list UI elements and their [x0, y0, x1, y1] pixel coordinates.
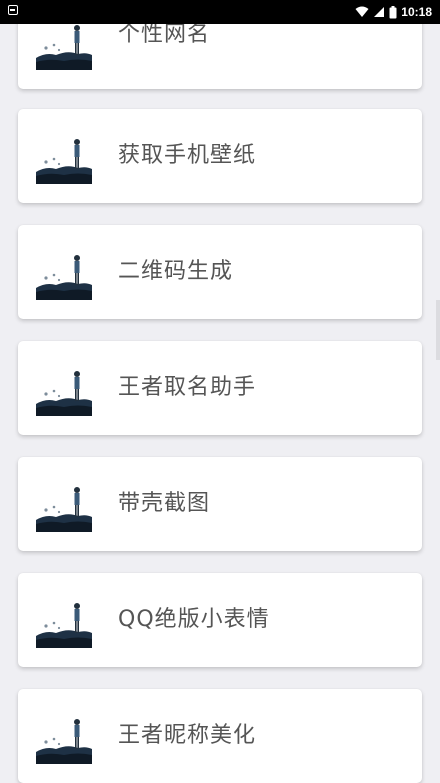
- scrollbar[interactable]: [436, 300, 440, 360]
- wifi-icon: [355, 6, 369, 17]
- menu-item-name-helper[interactable]: 王者取名助手: [18, 341, 422, 435]
- menu-item-label: 王者昵称美化: [118, 723, 257, 748]
- menu-item-label: 王者取名助手: [118, 375, 257, 400]
- status-bar: 10:18: [0, 0, 440, 24]
- menu-item-nickname-beautify[interactable]: 王者昵称美化: [18, 689, 422, 783]
- menu-item-label: QQ绝版小表情: [118, 607, 270, 632]
- notification-icon: [8, 5, 18, 15]
- status-icons: 10:18: [355, 0, 432, 24]
- status-time: 10:18: [401, 5, 432, 19]
- thumbnail-image: [36, 476, 92, 532]
- thumbnail-image: [36, 244, 92, 300]
- menu-item-qq-emoji[interactable]: QQ绝版小表情: [18, 573, 422, 667]
- menu-item-label: 获取手机壁纸: [118, 143, 257, 168]
- menu-item-label: 带壳截图: [118, 491, 211, 516]
- menu-item-qrcode[interactable]: 二维码生成: [18, 225, 422, 319]
- menu-item-label: 二维码生成: [118, 259, 234, 284]
- menu-item-framed-screenshot[interactable]: 带壳截图: [18, 457, 422, 551]
- menu-item-wallpaper[interactable]: 获取手机壁纸: [18, 109, 422, 203]
- thumbnail-image: [36, 592, 92, 648]
- thumbnail-image: [36, 128, 92, 184]
- thumbnail-image: [36, 708, 92, 764]
- signal-icon: [374, 7, 385, 17]
- thumbnail-image: [36, 360, 92, 416]
- battery-icon: [389, 5, 397, 18]
